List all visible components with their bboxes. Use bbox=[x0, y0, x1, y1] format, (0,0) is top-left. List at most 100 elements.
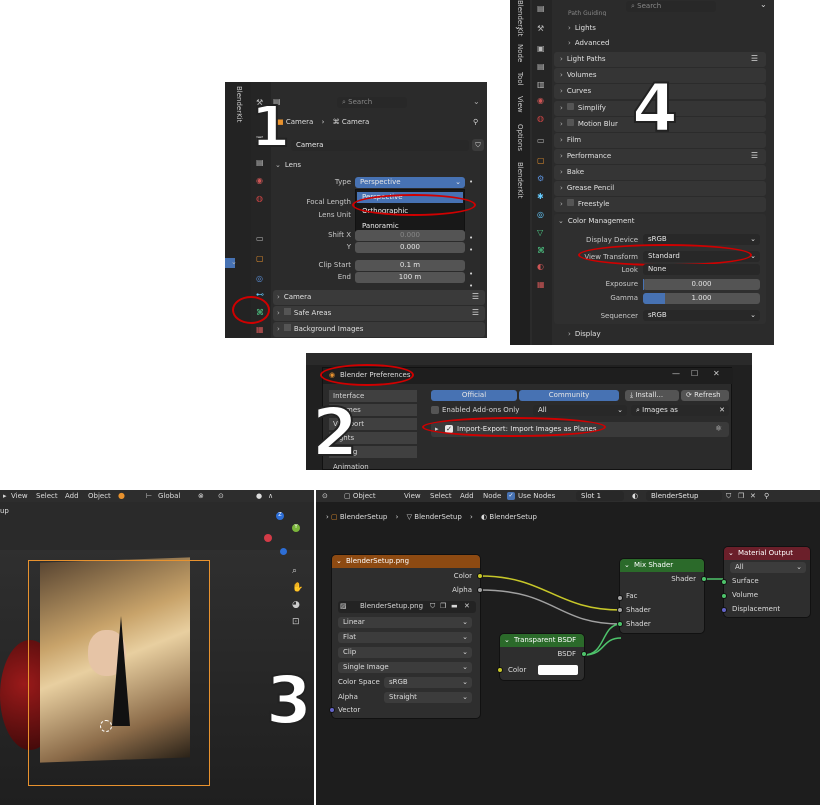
transparent-node-header[interactable]: ⌄ Transparent BSDF bbox=[500, 634, 584, 647]
minimize-icon[interactable]: — bbox=[672, 369, 680, 378]
object-icon[interactable]: ▢ bbox=[256, 254, 264, 263]
gizmo-y-axis[interactable]: Y bbox=[292, 524, 300, 532]
close-icon[interactable]: ✕ bbox=[464, 602, 470, 610]
data-icon[interactable]: ⌘ bbox=[537, 246, 545, 255]
view-layer-icon[interactable]: ▥ bbox=[537, 80, 545, 89]
gamma-field[interactable]: 1.000 bbox=[643, 293, 760, 304]
world-icon[interactable]: ◍ bbox=[256, 194, 263, 203]
editor-type-icon[interactable]: ▤ bbox=[537, 4, 545, 13]
target-select[interactable]: All ⌄ bbox=[730, 562, 806, 573]
chevron-down-icon[interactable]: ⌄ bbox=[514, 22, 521, 31]
material-output-node[interactable]: ⌄ Material Output All ⌄ Surface Volume Dis… bbox=[721, 547, 810, 617]
output-icon[interactable]: ▤ bbox=[537, 62, 545, 71]
collection-icon[interactable]: ▭ bbox=[537, 136, 545, 145]
background-images-subsection[interactable]: › Background Images bbox=[273, 322, 485, 337]
tab-community[interactable]: Community bbox=[519, 390, 619, 401]
world-icon[interactable]: ◍ bbox=[537, 114, 544, 123]
proportional-icon[interactable]: ● bbox=[256, 492, 262, 500]
image-texture-node[interactable]: ⌄ BlenderSetup.png Color Alpha ▨ BlenderS… bbox=[329, 555, 483, 718]
tab-official[interactable]: Official bbox=[431, 390, 517, 401]
tool-icon[interactable]: ⚒ bbox=[537, 24, 544, 33]
source-select[interactable]: Single Image ⌄ bbox=[338, 662, 472, 673]
color-space-select[interactable]: sRGB ⌄ bbox=[384, 677, 472, 688]
keyframe-dot-icon[interactable]: • • • • bbox=[469, 232, 473, 292]
physics-icon[interactable]: ◎ bbox=[537, 210, 544, 219]
physics-icon[interactable]: ◎ bbox=[256, 274, 263, 283]
view-tab[interactable]: View bbox=[516, 96, 524, 113]
alpha-output-socket[interactable] bbox=[477, 587, 483, 593]
shift-x-field[interactable]: 0.000 bbox=[355, 230, 465, 241]
mode-icon[interactable]: ▸ bbox=[3, 492, 7, 500]
gizmo-x-axis[interactable] bbox=[264, 534, 272, 542]
blenderkit-tab[interactable]: BlenderKit bbox=[235, 86, 243, 122]
checkbox[interactable] bbox=[566, 199, 574, 206]
texture-icon[interactable]: ▦ bbox=[537, 280, 545, 289]
folder-icon[interactable]: ▬ bbox=[451, 602, 458, 610]
clip-end-field[interactable]: 100 m bbox=[355, 272, 465, 283]
list-icon[interactable]: ☰ bbox=[472, 308, 479, 317]
texture-icon[interactable]: ▦ bbox=[256, 325, 264, 334]
color-management-header[interactable]: ⌄ Color Management bbox=[558, 214, 635, 229]
output-node-header[interactable]: ⌄ Material Output bbox=[724, 547, 810, 560]
materials-icon[interactable]: ● bbox=[118, 491, 125, 500]
material-icon[interactable]: ◐ bbox=[537, 262, 544, 271]
camera-subsection[interactable]: › Camera ☰ bbox=[273, 290, 485, 305]
node-tab[interactable]: Node bbox=[516, 44, 524, 62]
section-bake[interactable]: › Bake bbox=[554, 165, 766, 180]
fac-input-socket[interactable] bbox=[617, 607, 623, 613]
lights-subsection[interactable]: › Lights bbox=[568, 21, 596, 36]
transparent-bsdf-node[interactable]: ⌄ Transparent BSDF BSDF Color bbox=[497, 634, 587, 680]
gizmo-neg-z[interactable] bbox=[280, 548, 287, 555]
look-select[interactable]: None bbox=[643, 264, 760, 275]
scene-icon[interactable]: ◉ bbox=[537, 96, 544, 105]
mix-shader-node[interactable]: ⌄ Mix Shader Shader Fac Shader Shader bbox=[617, 559, 707, 633]
options-tab[interactable]: Options bbox=[516, 124, 524, 151]
search-input[interactable]: ⌕ Search bbox=[626, 1, 716, 12]
advanced-subsection[interactable]: › Advanced bbox=[568, 36, 609, 51]
type-select[interactable]: Perspective ⌄ bbox=[355, 177, 465, 188]
zoom-icon[interactable]: ⌕ bbox=[292, 566, 297, 576]
pan-hand-icon[interactable]: ✋ bbox=[292, 583, 303, 593]
lens-section-header[interactable]: ⌄ Lens bbox=[275, 158, 301, 173]
mix-node-header[interactable]: ⌄ Mix Shader bbox=[620, 559, 704, 572]
image-datablock[interactable]: ▨ BlenderSetup.png ⛉ ❐ ▬ ✕ bbox=[338, 601, 476, 613]
sequencer-select[interactable]: sRGB ⌄ bbox=[643, 310, 760, 321]
pivot-icon[interactable]: ⊗ bbox=[198, 492, 204, 500]
section-light-paths[interactable]: › Light Paths ☰ bbox=[554, 52, 766, 67]
image-node-header[interactable]: ⌄ BlenderSetup.png bbox=[332, 555, 480, 568]
checkbox[interactable] bbox=[283, 324, 291, 331]
list-icon[interactable]: ☰ bbox=[751, 54, 758, 63]
falloff-icon[interactable]: ∧ bbox=[268, 492, 273, 500]
surface-input-socket[interactable] bbox=[721, 579, 727, 585]
fake-user-shield-icon[interactable]: ⛉ bbox=[472, 139, 484, 151]
checkbox[interactable] bbox=[566, 119, 574, 126]
duplicate-icon[interactable]: ❐ bbox=[440, 602, 446, 610]
checkbox[interactable] bbox=[566, 103, 574, 110]
section-performance[interactable]: › Performance ☰ bbox=[554, 149, 766, 164]
constraints-icon[interactable]: ▽ bbox=[537, 228, 543, 237]
bsdf-output-socket[interactable] bbox=[581, 651, 587, 657]
blenderkit-tab[interactable]: BlenderKit bbox=[516, 162, 524, 198]
interpolation-select[interactable]: Linear ⌄ bbox=[338, 617, 472, 628]
color-input-socket[interactable] bbox=[497, 667, 503, 673]
install-button[interactable]: ⤓ Install... bbox=[625, 390, 679, 401]
chevron-down-icon[interactable]: ⌄ bbox=[473, 97, 480, 106]
fac-socket[interactable] bbox=[617, 595, 623, 601]
volume-input-socket[interactable] bbox=[721, 593, 727, 599]
color-swatch[interactable] bbox=[538, 665, 578, 675]
exposure-field[interactable]: 0.000 bbox=[643, 279, 760, 290]
list-icon[interactable]: ☰ bbox=[472, 292, 479, 301]
orientation-select[interactable]: Global bbox=[158, 492, 180, 500]
object-icon[interactable]: ▢ bbox=[537, 156, 545, 165]
refresh-button[interactable]: ⟳ Refresh bbox=[681, 390, 729, 401]
snap-icon[interactable]: ⊙ bbox=[218, 492, 224, 500]
close-icon[interactable]: ✕ bbox=[713, 369, 720, 378]
orientation-icon[interactable]: ⊢ bbox=[146, 492, 152, 500]
maximize-icon[interactable]: ☐ bbox=[691, 369, 698, 378]
fake-user-icon[interactable]: ⛉ bbox=[430, 602, 435, 611]
menu-select[interactable]: Select bbox=[36, 492, 58, 500]
render-icon[interactable]: ▣ bbox=[537, 44, 545, 53]
scene-icon[interactable]: ◉ bbox=[256, 176, 263, 185]
camera-view-icon[interactable]: ◕ bbox=[292, 600, 300, 610]
keyframe-dot-icon[interactable]: • bbox=[469, 178, 473, 186]
